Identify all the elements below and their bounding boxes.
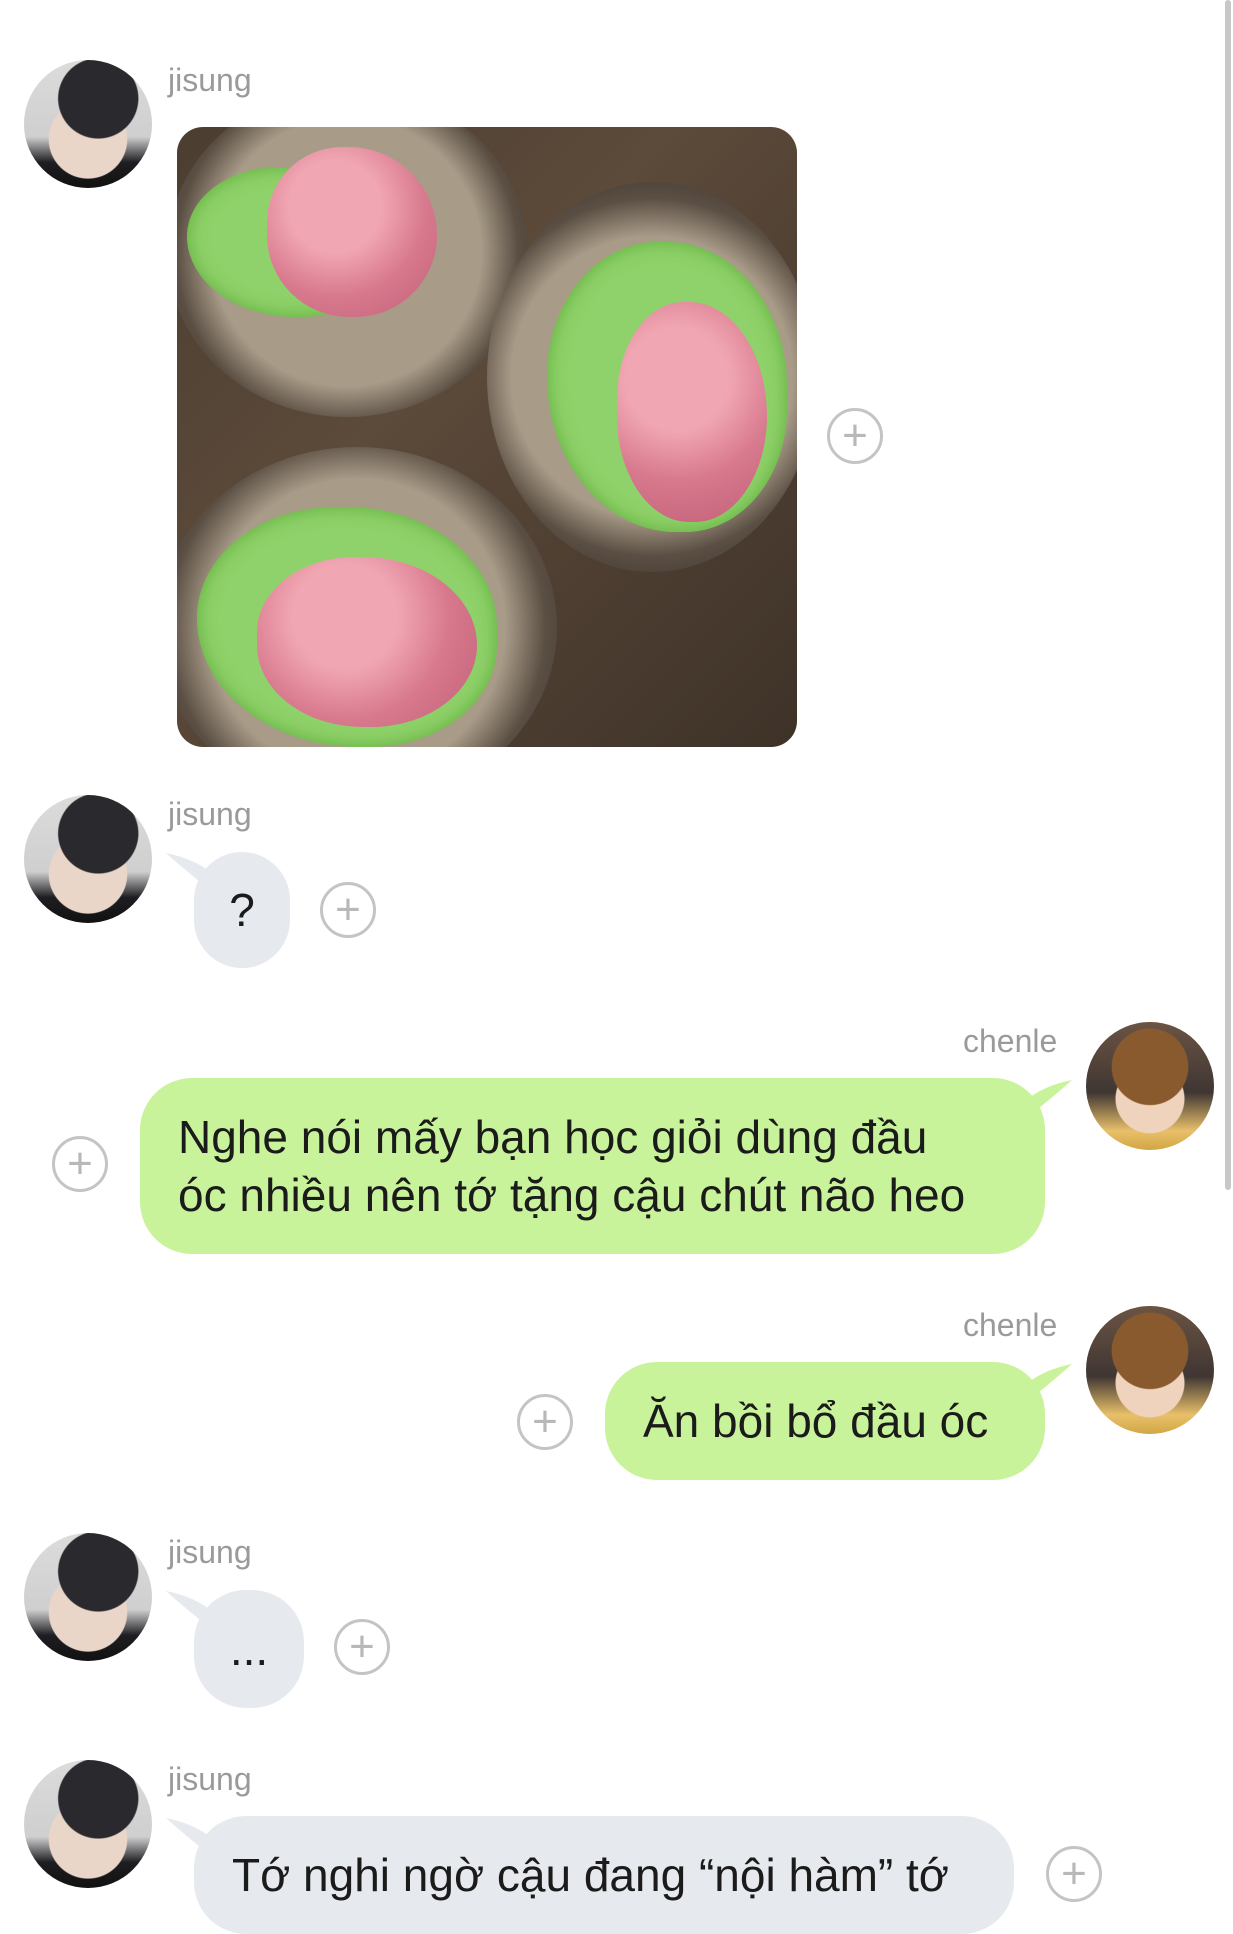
- sender-name: chenle: [963, 1307, 1058, 1343]
- message-bubble[interactable]: Tớ nghi ngờ cậu đang “nội hàm” tớ: [194, 1816, 1014, 1934]
- message-bubble[interactable]: Nghe nói mấy bạn học giỏi dùng đầu óc nh…: [140, 1078, 1045, 1254]
- sender-name: jisung: [168, 1534, 252, 1570]
- avatar-jisung[interactable]: [24, 1760, 152, 1888]
- add-reaction-button[interactable]: +: [52, 1136, 108, 1192]
- avatar-chenle[interactable]: [1086, 1306, 1214, 1434]
- message-image[interactable]: [177, 127, 797, 747]
- plus-icon: +: [349, 1622, 375, 1671]
- message-bubble[interactable]: ?: [194, 852, 290, 968]
- avatar-jisung[interactable]: [24, 795, 152, 923]
- message-text: ?: [229, 884, 255, 936]
- message-text: Tớ nghi ngờ cậu đang “nội hàm” tớ: [232, 1849, 949, 1901]
- plus-icon: +: [1061, 1849, 1087, 1898]
- plus-icon: +: [335, 885, 361, 934]
- scrollbar[interactable]: [1225, 0, 1231, 1190]
- message-bubble[interactable]: Ăn bồi bổ đầu óc: [605, 1362, 1045, 1480]
- avatar-jisung[interactable]: [24, 1533, 152, 1661]
- message-text-line: Nghe nói mấy bạn học giỏi dùng đầu: [178, 1111, 928, 1163]
- avatar-jisung[interactable]: [24, 60, 152, 188]
- add-reaction-button[interactable]: +: [320, 882, 376, 938]
- plus-icon: +: [67, 1139, 93, 1188]
- message-text-line: óc nhiều nên tớ tặng cậu chút não heo: [178, 1169, 966, 1221]
- add-reaction-button[interactable]: +: [334, 1619, 390, 1675]
- sender-name: jisung: [168, 62, 252, 98]
- plus-icon: +: [532, 1397, 558, 1446]
- add-reaction-button[interactable]: +: [827, 408, 883, 464]
- avatar-chenle[interactable]: [1086, 1022, 1214, 1150]
- message-bubble[interactable]: ...: [194, 1590, 304, 1708]
- sender-name: jisung: [168, 796, 252, 832]
- add-reaction-button[interactable]: +: [517, 1394, 573, 1450]
- message-text: Ăn bồi bổ đầu óc: [643, 1395, 989, 1447]
- plus-icon: +: [842, 411, 868, 460]
- add-reaction-button[interactable]: +: [1046, 1846, 1102, 1902]
- sender-name: chenle: [963, 1023, 1058, 1059]
- sender-name: jisung: [168, 1761, 252, 1797]
- message-text: ...: [229, 1623, 269, 1675]
